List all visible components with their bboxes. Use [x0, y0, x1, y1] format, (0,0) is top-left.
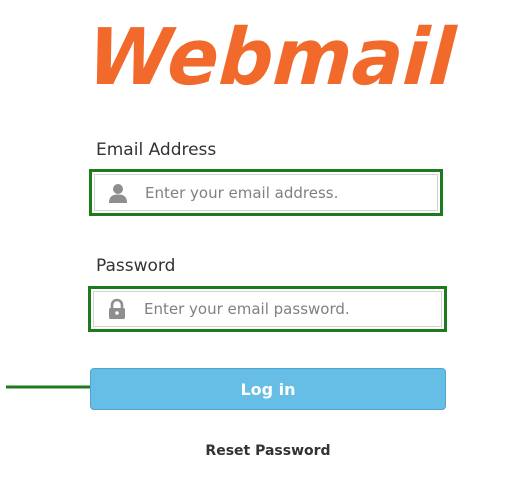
- webmail-logo: Webmail: [78, 10, 470, 98]
- password-field[interactable]: [93, 291, 442, 327]
- user-icon: [95, 175, 141, 210]
- password-label: Password: [96, 256, 176, 276]
- email-address-label: Email Address: [96, 140, 217, 160]
- email-field[interactable]: [94, 174, 438, 211]
- reset-password-link[interactable]: Reset Password: [0, 443, 529, 459]
- webmail-logo-graphic: Webmail: [78, 11, 468, 98]
- password-input[interactable]: [140, 300, 441, 318]
- login-button[interactable]: Log in: [90, 368, 446, 410]
- email-input[interactable]: [141, 183, 437, 202]
- lock-icon: [94, 292, 140, 326]
- email-field-highlight: [89, 169, 443, 216]
- password-field-highlight: [88, 286, 447, 332]
- webmail-logo-text: Webmail: [78, 11, 468, 98]
